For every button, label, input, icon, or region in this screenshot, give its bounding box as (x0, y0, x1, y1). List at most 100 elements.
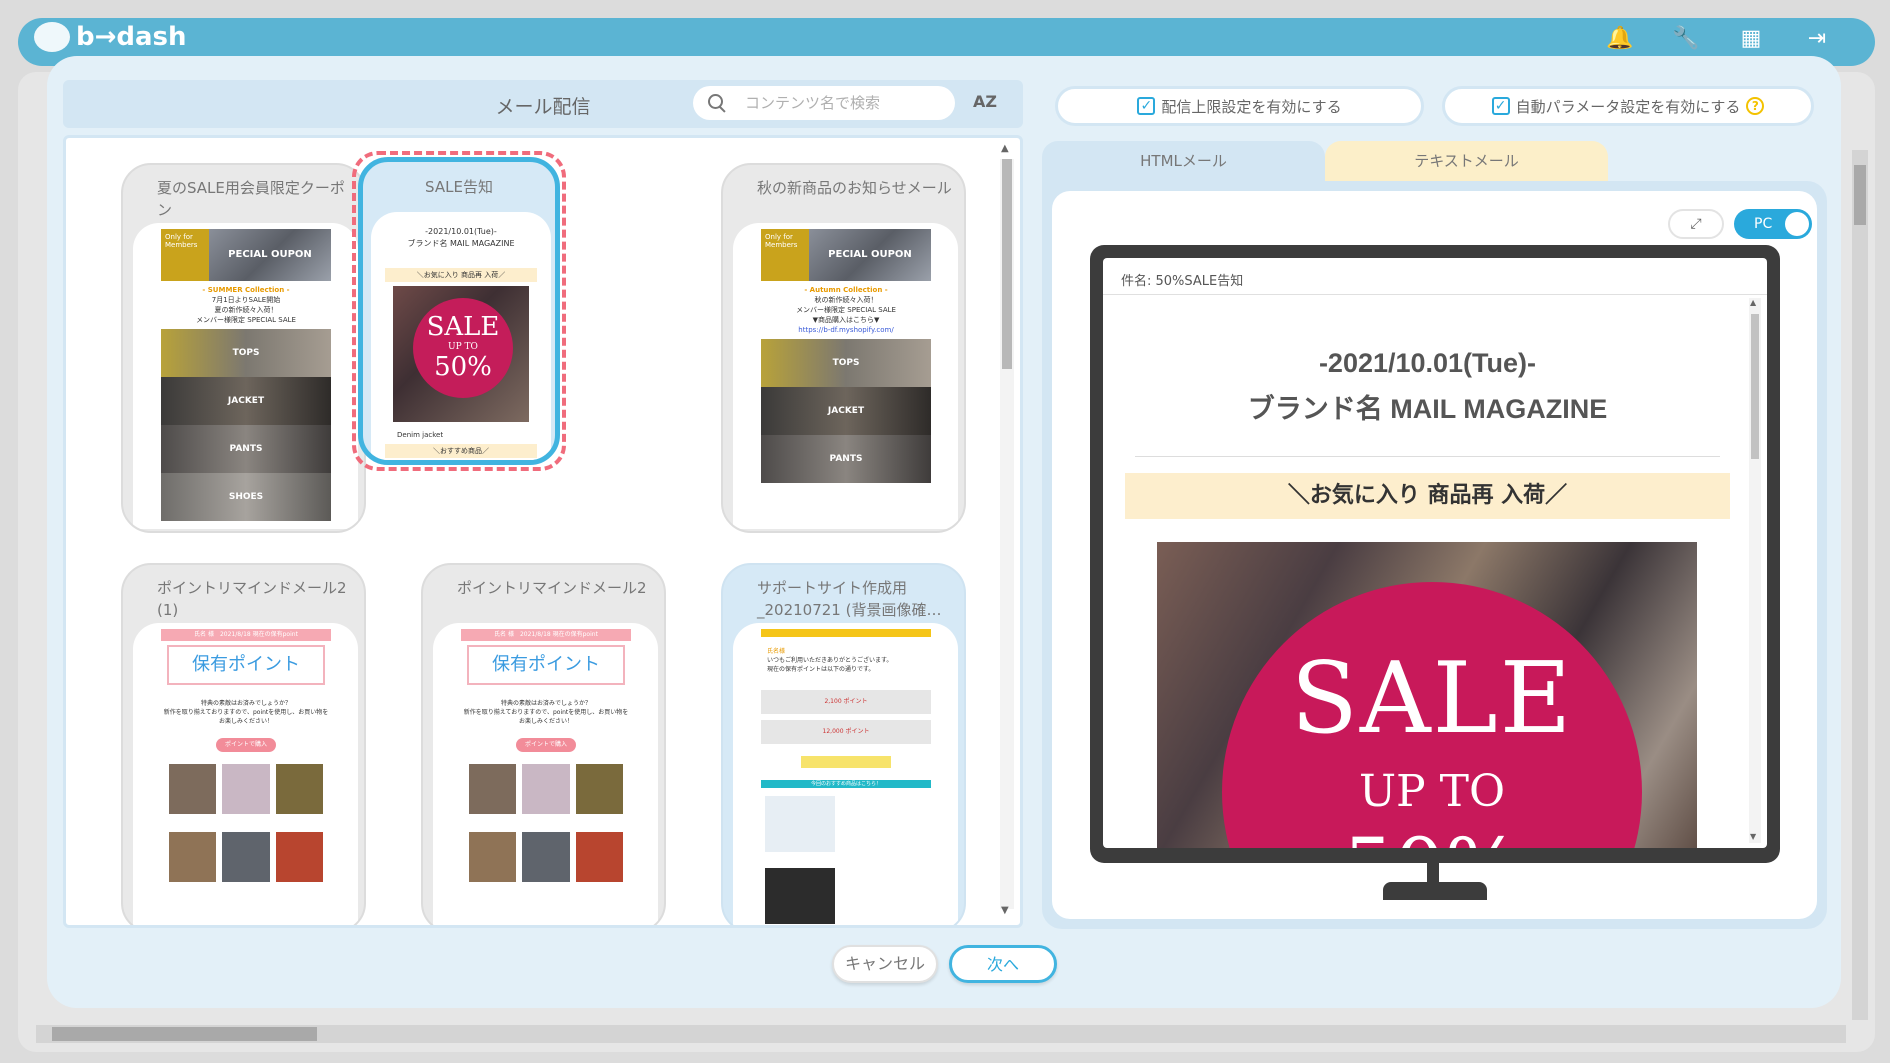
upto-text: UP TO (1358, 766, 1506, 817)
divider (1103, 294, 1767, 295)
scroll-up-arrow-icon[interactable]: ▲ (1001, 143, 1009, 154)
thumb-line: 現在の保有ポイントは以下の通りです。 (767, 666, 875, 673)
content-card-selected[interactable]: SALE告知 -2021/10.01(Tue)- ブランド名 MAIL MAGA… (358, 157, 560, 465)
thumb-box-1: 2,100 ポイント (761, 690, 931, 714)
thumb-line: いつもご利用いただきありがとうございます。 (767, 657, 893, 664)
email-preview-thumbnail: 氏名様 いつもご利用いただきありがとうございます。 現在の保有ポイントは以下の通… (761, 629, 931, 925)
thumb-band: 今回のおすすめ商品はこちら！ (761, 780, 931, 788)
card-thumbnail: Only for Members PECIAL OUPON - Autumn Co… (733, 223, 958, 529)
thumb-upto-text: UP TO (448, 342, 478, 352)
monitor-screen: 件名: 50%SALE告知 -2021/10.01(Tue)- ブランド名 MA… (1103, 258, 1767, 848)
monitor-stand-base (1383, 882, 1487, 900)
thumb-box-2: 12,000 ポイント (761, 720, 931, 744)
logout-icon[interactable]: ⇥ (1804, 26, 1830, 52)
scroll-thumb[interactable] (1002, 159, 1012, 369)
sort-az-icon[interactable]: AZ (973, 92, 997, 111)
card-title: 夏のSALE用会員限定クーポン (157, 179, 345, 219)
toggle-knob (1785, 212, 1809, 236)
content-card[interactable]: サポートサイト作成用_20210721 (背景画像確… 氏名様 いつもご利用いた… (721, 563, 966, 925)
app-logo[interactable]: b→dash (34, 22, 187, 52)
sale-text: SALE (1290, 642, 1574, 756)
next-button[interactable]: 次へ (949, 945, 1057, 983)
email-preview-thumbnail: 氏名 様 2021/8/18 現在の保有point 保有ポイント 特典の素敵はお… (461, 629, 631, 925)
thumb-pill: ポイントで購入 (516, 738, 576, 752)
fullscreen-expand-icon[interactable]: ⤢ (1668, 209, 1724, 239)
bell-icon[interactable]: 🔔 (1606, 26, 1633, 52)
thumb-point-box: 保有ポイント (467, 645, 625, 685)
grid-icon[interactable]: ▦ (1738, 26, 1764, 52)
thumb-pill: ポイントで購入 (216, 738, 276, 752)
mail-brand: ブランド名 MAIL MAGAZINE (1247, 394, 1608, 424)
thumb-photo: TOPS (161, 329, 331, 377)
card-title: ポイントリマインドメール2 (457, 579, 647, 597)
thumb-sale-image: SALE UP TO 50% (393, 286, 529, 422)
thumb-line: 氏名様 (767, 648, 786, 655)
pc-mode-toggle[interactable]: PC (1734, 209, 1812, 239)
card-thumbnail: 氏名 様 2021/8/18 現在の保有point 保有ポイント 特典の素敵はお… (133, 623, 358, 925)
page-vertical-scrollbar[interactable] (1852, 150, 1868, 1020)
email-preview-thumbnail: -2021/10.01(Tue)- ブランド名 MAIL MAGAZINE ＼お… (385, 216, 537, 460)
page-horizontal-scroll-thumb[interactable] (52, 1027, 317, 1041)
card-thumbnail: 氏名様 いつもご利用いただきありがとうございます。 現在の保有ポイントは以下の通… (733, 623, 958, 925)
thumb-line: お楽しみください！ (218, 718, 273, 725)
checkbox-label: 自動パラメータ設定を有効にする (1515, 97, 1741, 116)
thumb-line: - Autumn Collection - (804, 286, 888, 294)
preview-scrollbar[interactable]: ▲ ▼ (1749, 298, 1761, 843)
card-title: 秋の新商品のお知らせメール (757, 179, 952, 197)
thumb-sale-text: SALE (426, 312, 500, 342)
email-preview-thumbnail: Only for Members PECIAL OUPON - SUMMER Co… (161, 229, 331, 529)
thumb-line: 特典の素敵はお済みでしょうか？ (500, 700, 591, 707)
tab-html-mail[interactable]: HTMLメール (1042, 141, 1325, 181)
thumb-line: お楽しみください！ (518, 718, 573, 725)
auto-parameter-checkbox[interactable]: ✓ 自動パラメータ設定を有効にする ? (1442, 86, 1814, 126)
cancel-button[interactable]: キャンセル (832, 945, 938, 983)
thumb-strip-b: PECIAL OUPON (209, 229, 331, 281)
email-preview-thumbnail: Only for Members PECIAL OUPON - Autumn Co… (761, 229, 931, 529)
delivery-limit-checkbox[interactable]: ✓ 配信上限設定を有効にする (1055, 86, 1424, 126)
thumb-link: https://b-df.myshopify.com/ (798, 326, 894, 334)
card-title: サポートサイト作成用_20210721 (背景画像確… (757, 579, 942, 619)
wrench-icon[interactable]: 🔧 (1672, 26, 1699, 52)
thumb-point-head: 氏名 様 2021/8/18 現在の保有point (161, 629, 331, 641)
checkbox-checked-icon: ✓ (1491, 97, 1510, 115)
scroll-thumb[interactable] (1751, 314, 1759, 459)
help-icon[interactable]: ? (1746, 97, 1765, 115)
card-thumbnail: Only for Members PECIAL OUPON - SUMMER Co… (133, 223, 358, 529)
search-input[interactable] (745, 94, 945, 112)
tab-text-mail[interactable]: テキストメール (1325, 141, 1608, 181)
thumb-photo: SHOES (161, 473, 331, 521)
thumb-line: - SUMMER Collection - (202, 286, 290, 294)
sale-circle: SALE UP TO 50% (1222, 582, 1642, 848)
search-icon (707, 93, 727, 113)
scroll-up-arrow-icon[interactable]: ▲ (1750, 298, 1756, 307)
scroll-down-arrow-icon[interactable]: ▼ (1001, 905, 1009, 916)
thumb-pct-text: 50% (434, 352, 492, 382)
thumb-line: 新作を取り揃えておりますので、pointを使用し、お買い物を (463, 709, 629, 716)
percent-text: 50% (1222, 821, 1642, 848)
thumb-strip-a: Only for Members (161, 229, 209, 281)
thumb-point-box: 保有ポイント (167, 645, 325, 685)
search-box[interactable] (693, 86, 955, 120)
thumb-line: 新作を取り揃えておりますので、pointを使用し、お買い物を (163, 709, 329, 716)
thumb-strip-a: Only for Members (761, 229, 809, 281)
thumb-line: 7月1日よりSALE開始 (211, 296, 281, 304)
content-list-scrollbar[interactable]: ▲ ▼ (1000, 143, 1014, 923)
scroll-down-arrow-icon[interactable]: ▼ (1750, 832, 1756, 841)
thumb-line: 秋の新作続々入荷！ (814, 296, 878, 304)
mail-band: ＼お気に入り 商品再 入荷／ (1125, 473, 1730, 519)
thumb-line: メンバー様限定 SPECIAL SALE (796, 306, 896, 314)
content-card[interactable]: 夏のSALE用会員限定クーポン Only for Members PECIAL O… (121, 163, 366, 533)
mail-date: -2021/10.01(Tue)- (1318, 348, 1537, 378)
page-vertical-scroll-thumb[interactable] (1854, 165, 1866, 225)
sale-banner-image: SALE UP TO 50% (1157, 542, 1697, 848)
content-card[interactable]: 秋の新商品のお知らせメール Only for Members PECIAL OUP… (721, 163, 966, 533)
thumb-band-2: ＼おすすめ商品／ (385, 444, 537, 458)
thumb-line: ▼商品購入はこちら▼ (812, 316, 880, 324)
content-card[interactable]: ポイントリマインドメール2 氏名 様 2021/8/18 現在の保有point … (421, 563, 666, 925)
thumb-date: -2021/10.01(Tue)- (425, 227, 497, 236)
content-card[interactable]: ポイントリマインドメール2 (1) 氏名 様 2021/8/18 現在の保有po… (121, 563, 366, 925)
thumb-point-head: 氏名 様 2021/8/18 現在の保有point (461, 629, 631, 641)
card-title: ポイントリマインドメール2 (1) (157, 579, 347, 619)
content-list-header: メール配信 AZ (63, 80, 1023, 128)
email-body-preview[interactable]: -2021/10.01(Tue)- ブランド名 MAIL MAGAZINE ＼お… (1125, 298, 1730, 848)
